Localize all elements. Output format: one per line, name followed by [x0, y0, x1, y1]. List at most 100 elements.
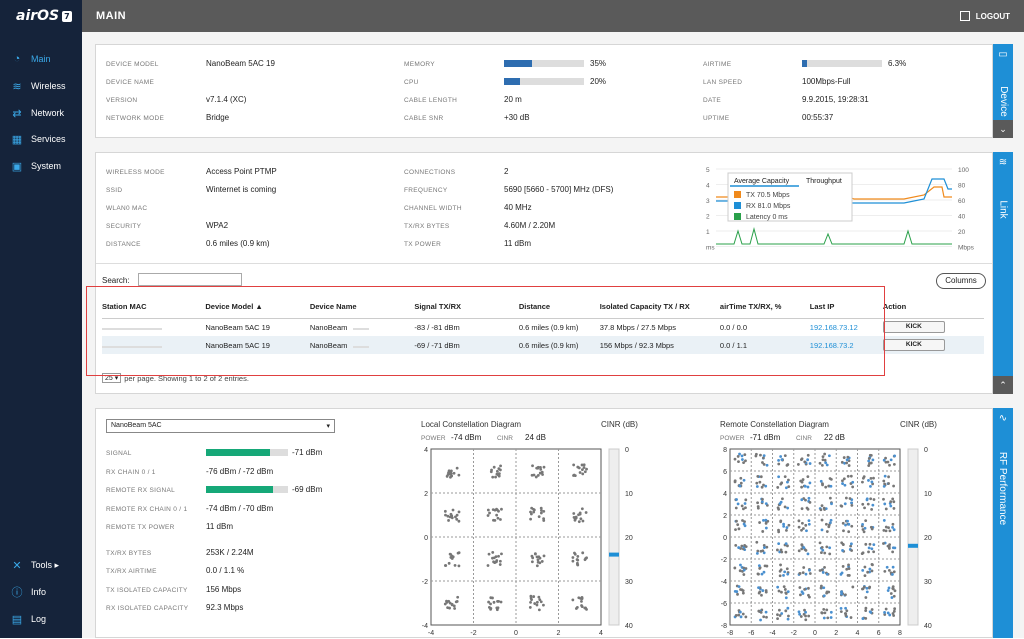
constellation-point [780, 590, 783, 594]
constellation-point [887, 475, 890, 479]
airos-logo[interactable]: airOS 7 [0, 0, 82, 32]
constellation-point [884, 507, 888, 511]
constellation-point [758, 480, 762, 484]
rf-stat-label: TX/RX BYTES [106, 549, 152, 557]
constellation-point [486, 514, 490, 517]
constellation-point [529, 594, 533, 598]
constellation-point [785, 526, 789, 529]
nav-log[interactable]: ▤ Log [0, 608, 82, 630]
constellation-point [800, 498, 804, 502]
constellation-point [575, 605, 579, 609]
constellation-point [537, 608, 541, 612]
nav-network[interactable]: ⇄ Network [0, 102, 82, 124]
constellation-point [489, 602, 492, 606]
stat-label: UPTIME [703, 115, 730, 122]
constellation-point [449, 512, 453, 516]
constellation-point [804, 548, 808, 552]
constellation-point [850, 549, 853, 552]
constellation-point [805, 529, 808, 533]
device-tab[interactable]: ▭ Device ⌄ [993, 44, 1013, 138]
rf-stat-label: REMOTE TX POWER [106, 524, 175, 531]
kick-button[interactable]: KICK [882, 339, 945, 351]
constellation-point [822, 607, 826, 611]
constellation-point [801, 521, 804, 525]
legend-swatch [734, 202, 741, 209]
nav-services[interactable]: ▦ Services [0, 128, 82, 150]
constellation-point [797, 610, 801, 614]
nav-label: Main [31, 54, 51, 64]
constellation-point [887, 482, 890, 485]
constellation-point [535, 466, 539, 470]
constellation-point [861, 568, 865, 572]
constellation-point [449, 471, 453, 475]
link-stat-value: 5690 [5660 - 5700] MHz (DFS) [504, 185, 614, 194]
constellation-point [800, 507, 804, 511]
constellation-point [457, 564, 461, 568]
constellation-point [499, 600, 503, 604]
constellation-point [827, 523, 831, 527]
x-tick-label: -8 [727, 630, 733, 637]
rf-stat-value: -69 dBm [292, 485, 323, 494]
power-value: -74 dBm [451, 433, 482, 442]
constellation-point [539, 511, 543, 515]
constellation-point [886, 589, 890, 592]
logout-button[interactable]: LOGOUT [959, 11, 1010, 21]
constellation-point [776, 548, 779, 552]
constellation-point [780, 458, 784, 462]
scale-tick-label: 30 [625, 579, 633, 586]
constellation-point [800, 590, 804, 594]
scale-tick-label: 30 [924, 579, 932, 586]
constellation-point [864, 616, 868, 620]
constellation-point [822, 506, 826, 510]
constellation-point [765, 615, 768, 619]
constellation-point [489, 596, 493, 600]
constellation-point [806, 475, 810, 479]
constellation-point [532, 595, 536, 598]
y-tick-label: 4 [424, 447, 428, 454]
collapse-link-icon[interactable]: ⌃ [993, 376, 1013, 394]
constellation-point [532, 510, 536, 514]
constellation-point [784, 591, 788, 595]
nav-wireless[interactable]: ≋ Wireless [0, 75, 82, 97]
stat-value: 9.9.2015, 19:28:31 [802, 95, 869, 104]
constellation-point [869, 525, 873, 529]
constellation-point [456, 595, 460, 599]
rf-performance-tab[interactable]: ∿ RF Performance [993, 408, 1013, 638]
constellation-point [848, 497, 852, 500]
column-header[interactable]: Action [882, 296, 984, 319]
nav-main[interactable]: ◔ Main [0, 48, 82, 70]
search-input[interactable] [138, 273, 242, 286]
constellation-point [736, 455, 740, 458]
constellation-point [457, 519, 461, 523]
constellation-point [755, 540, 759, 544]
nav-info[interactable]: ⓘ Info [0, 581, 82, 603]
kick-button[interactable]: KICK [882, 321, 945, 334]
link-tab[interactable]: ≋ Link ⌃ [993, 152, 1013, 394]
constellation-point [867, 457, 871, 460]
constellation-point [796, 463, 800, 466]
constellation-point [783, 570, 787, 574]
link-stat-label: CONNECTIONS [404, 169, 456, 176]
rf-stat-value: -71 dBm [292, 448, 323, 457]
constellation-point [486, 508, 490, 512]
constellation-point [782, 585, 786, 589]
constellation-point [850, 504, 854, 507]
link-tab-label: Link [997, 199, 1009, 219]
constellation-point [452, 471, 456, 475]
link-stat-value: 11 dBm [504, 239, 531, 248]
constellation-point [864, 542, 868, 546]
constellation-point [870, 547, 874, 551]
constellation-point [872, 476, 875, 480]
cinr-value: 22 dB [824, 433, 845, 442]
constellation-point [583, 470, 587, 474]
nav-system[interactable]: ▣ System [0, 155, 82, 177]
constellation-point [786, 506, 790, 510]
constellation-point [760, 593, 763, 597]
nav-tools[interactable]: ✕ Tools ▸ [0, 554, 82, 576]
collapse-device-icon[interactable]: ⌄ [993, 120, 1013, 138]
constellation-point [492, 465, 496, 469]
constellation-point [821, 483, 824, 487]
constellation-point [457, 473, 461, 477]
constellation-point [893, 607, 897, 611]
columns-button[interactable]: Columns [936, 273, 986, 289]
